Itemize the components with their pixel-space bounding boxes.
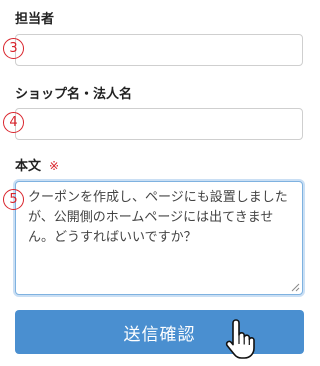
hand-pointer-icon <box>225 319 255 359</box>
step-number-3: 3 <box>3 38 24 59</box>
person-in-charge-label: 担当者 <box>15 12 55 27</box>
person-in-charge-field[interactable] <box>15 34 303 66</box>
submit-confirm-button[interactable]: 送信確認 <box>15 310 304 354</box>
resize-grip-icon[interactable] <box>290 282 300 292</box>
step-number-5: 5 <box>3 189 24 210</box>
contact-form: 担当者 3 ショップ名・法人名 4 本文 ※ クーポンを作成し、ページにも設置しま… <box>0 0 320 366</box>
step-number-4: 4 <box>3 112 24 133</box>
body-label: 本文 ※ <box>15 155 59 174</box>
shop-name-label: ショップ名・法人名 <box>15 87 133 102</box>
body-label-text: 本文 <box>15 159 42 174</box>
body-textarea-value: クーポンを作成し、ページにも設置しましたが、公開側のホームページには出てきません… <box>28 190 288 245</box>
required-mark: ※ <box>49 159 60 173</box>
shop-name-field[interactable] <box>15 108 303 140</box>
body-textarea[interactable]: クーポンを作成し、ページにも設置しましたが、公開側のホームページには出てきません… <box>15 181 303 295</box>
